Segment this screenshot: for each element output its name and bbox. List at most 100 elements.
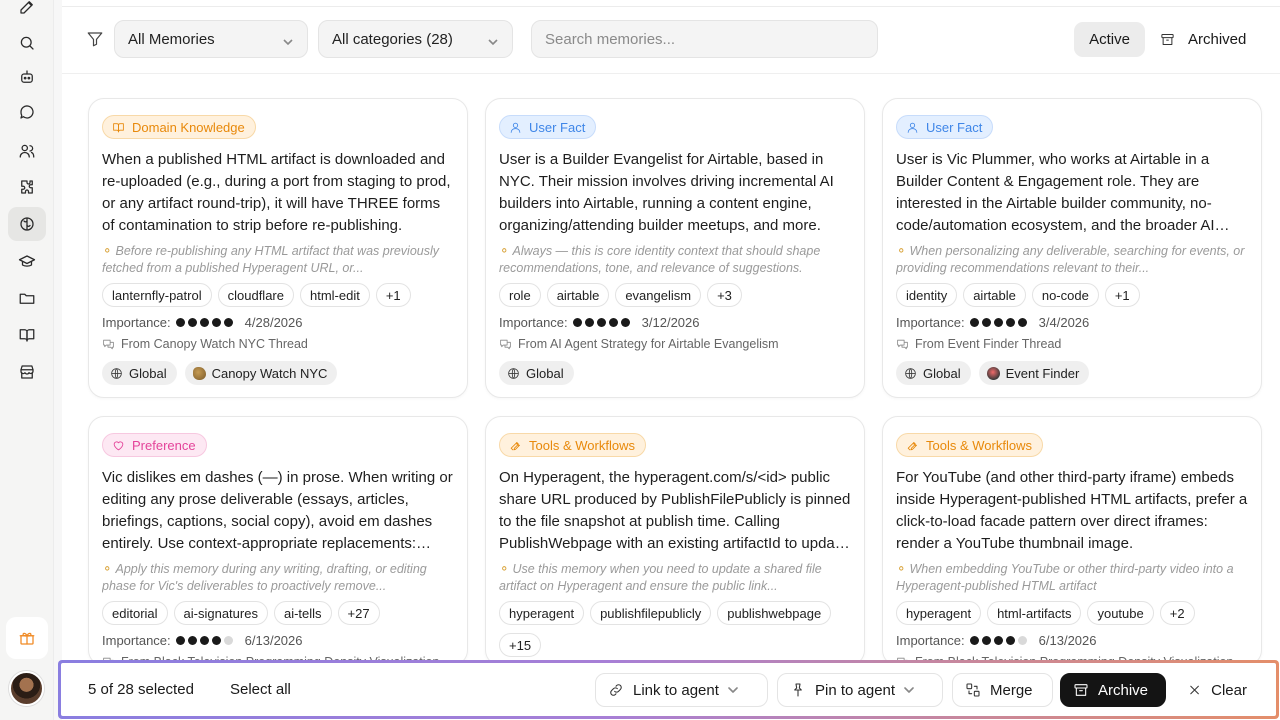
tag-list: identity airtable no-code +1 <box>896 283 1250 307</box>
lightbulb-icon: ⚬ <box>896 244 907 258</box>
more-tags[interactable]: +2 <box>1159 601 1195 625</box>
scope-global[interactable]: Global <box>102 361 177 385</box>
tag[interactable]: html-artifacts <box>987 601 1082 625</box>
link-to-agent-button[interactable]: Link to agent <box>595 673 768 707</box>
more-tags[interactable]: +3 <box>707 283 742 307</box>
gift-icon[interactable] <box>6 617 48 659</box>
memory-card[interactable]: User Fact User is Vic Plummer, who works… <box>882 98 1262 398</box>
tag[interactable]: lanternfly-patrol <box>102 283 212 307</box>
memory-text: User is Vic Plummer, who works at Airtab… <box>896 151 1215 234</box>
tag[interactable]: airtable <box>546 283 610 307</box>
source-thread[interactable]: From Event Finder Thread <box>896 337 1061 351</box>
memory-date: 6/13/2026 <box>244 633 303 648</box>
archived-toggle-button[interactable]: Archived <box>1158 22 1258 57</box>
globe-icon <box>111 367 122 379</box>
chat-icon[interactable] <box>8 95 46 129</box>
category-badge: Domain Knowledge <box>102 115 256 139</box>
memory-card[interactable]: Tools & Workflows On Hyperagent, the hyp… <box>485 416 865 666</box>
selection-count: 5 of 28 selected <box>88 681 194 698</box>
pin-to-agent-button[interactable]: Pin to agent <box>777 673 943 707</box>
archive-box-icon <box>1161 34 1174 45</box>
folder-icon[interactable] <box>8 281 46 315</box>
main-content: All Memories All categories (28) Active … <box>62 0 1280 720</box>
graduation-cap-icon[interactable] <box>8 245 46 279</box>
tag[interactable]: youtube <box>1087 601 1154 625</box>
bot-icon[interactable] <box>8 60 46 94</box>
brain-icon[interactable] <box>8 207 46 241</box>
importance-row: Importance: 3/12/2026 <box>499 315 700 330</box>
source-thread[interactable]: From Canopy Watch NYC Thread <box>102 337 308 351</box>
tag[interactable]: html-edit <box>299 283 370 307</box>
memory-text: On Hyperagent, the hyperagent.com/s/<id>… <box>499 469 851 552</box>
lightbulb-icon: ⚬ <box>896 562 907 576</box>
scope-list: Global Canopy Watch NYC <box>102 361 338 385</box>
archive-box-icon <box>1074 684 1088 696</box>
memory-card[interactable]: User Fact User is a Builder Evangelist f… <box>485 98 865 398</box>
chevron-down-icon <box>904 682 914 699</box>
more-tags[interactable]: +1 <box>375 283 411 307</box>
tag-list: role airtable evangelism +3 <box>499 283 853 307</box>
agent-avatar-icon <box>986 366 1000 380</box>
user-icon <box>510 122 521 133</box>
tag[interactable]: evangelism <box>615 283 702 307</box>
category-filter-select[interactable]: All categories (28) <box>318 20 513 58</box>
active-toggle-button[interactable]: Active <box>1074 22 1145 57</box>
memory-date: 4/28/2026 <box>244 315 303 330</box>
tag-list: hyperagent html-artifacts youtube +2 <box>896 601 1250 625</box>
scope-global[interactable]: Global <box>499 361 574 385</box>
tag[interactable]: editorial <box>102 601 168 625</box>
heart-icon <box>113 440 124 450</box>
tag[interactable]: role <box>499 283 541 307</box>
memory-text: For YouTube (and other third-party ifram… <box>896 469 1248 552</box>
search-icon[interactable] <box>8 26 46 60</box>
importance-dots <box>969 318 1027 327</box>
scope-agent[interactable]: Canopy Watch NYC <box>184 361 338 385</box>
clear-selection-button[interactable]: Clear <box>1174 673 1260 707</box>
tag[interactable]: publishwebpage <box>717 601 832 625</box>
importance-row: Importance: 6/13/2026 <box>102 633 303 648</box>
select-all-button[interactable]: Select all <box>230 681 291 698</box>
tag-list: editorial ai-signatures ai-tells +27 <box>102 601 456 625</box>
more-tags[interactable]: +15 <box>499 633 542 657</box>
store-icon[interactable] <box>8 355 46 389</box>
tag[interactable]: ai-tells <box>273 601 332 625</box>
memory-text: User is a Builder Evangelist for Airtabl… <box>499 151 834 234</box>
lightbulb-icon: ⚬ <box>499 562 510 576</box>
book-icon[interactable] <box>8 318 46 352</box>
chevron-down-icon <box>488 34 498 46</box>
compose-icon[interactable] <box>8 0 46 24</box>
more-tags[interactable]: +1 <box>1104 283 1140 307</box>
tag[interactable]: cloudflare <box>217 283 294 307</box>
chat-bubbles-icon <box>897 339 908 349</box>
usage-note: ⚬ When personalizing any deliverable, sea… <box>896 244 1245 275</box>
chevron-down-icon <box>728 682 738 699</box>
memory-date: 6/13/2026 <box>1038 633 1097 648</box>
filter-icon[interactable] <box>86 30 106 50</box>
scope-agent[interactable]: Event Finder <box>978 361 1090 385</box>
memory-card[interactable]: Preference Vic dislikes em dashes (—) in… <box>88 416 468 666</box>
memory-card[interactable]: Domain Knowledge When a published HTML a… <box>88 98 468 398</box>
tag[interactable]: airtable <box>963 283 1026 307</box>
importance-dots <box>175 636 233 645</box>
memory-filter-value: All Memories <box>128 30 215 48</box>
tag[interactable]: hyperagent <box>896 601 982 625</box>
scope-global[interactable]: Global <box>896 361 971 385</box>
search-input[interactable] <box>531 20 878 58</box>
archived-label: Archived <box>1188 31 1247 48</box>
tag[interactable]: publishfilepublicly <box>590 601 712 625</box>
merge-button[interactable]: Merge <box>952 673 1053 707</box>
tag[interactable]: no-code <box>1031 283 1099 307</box>
source-thread[interactable]: From AI Agent Strategy for Airtable Evan… <box>499 337 779 351</box>
globe-icon <box>905 367 916 379</box>
memory-filter-select[interactable]: All Memories <box>114 20 308 58</box>
tag[interactable]: identity <box>896 283 958 307</box>
memory-card[interactable]: Tools & Workflows For YouTube (and other… <box>882 416 1262 666</box>
puzzle-icon[interactable] <box>8 170 46 204</box>
tag[interactable]: hyperagent <box>499 601 585 625</box>
archive-button[interactable]: Archive <box>1060 673 1166 707</box>
users-icon[interactable] <box>8 134 46 168</box>
tag[interactable]: ai-signatures <box>173 601 268 625</box>
chat-bubbles-icon <box>500 339 511 349</box>
avatar[interactable] <box>9 671 44 706</box>
more-tags[interactable]: +27 <box>337 601 380 625</box>
